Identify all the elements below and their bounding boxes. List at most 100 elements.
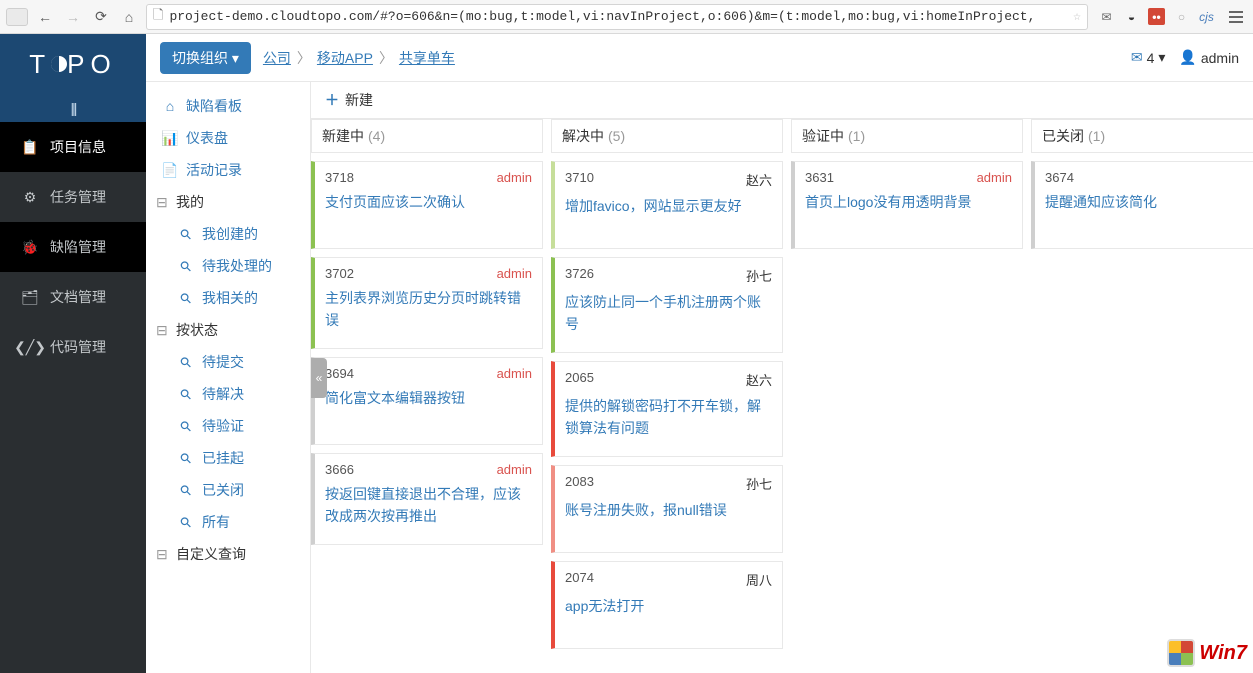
reload-button[interactable]: ⟳ [90, 5, 112, 29]
switch-org-button[interactable]: 切换组织 ▾ [160, 42, 251, 74]
search-icon: ⚲ [174, 254, 197, 277]
rail-item-1[interactable]: ⚙任务管理 [0, 172, 146, 222]
bug-card[interactable]: 2065赵六提供的解锁密码打不开车锁，解锁算法有问题 [551, 361, 783, 457]
nav2-group-2[interactable]: ⊟自定义查询 [146, 538, 310, 570]
nav2-item-0-1[interactable]: ⚲待我处理的 [146, 250, 310, 282]
breadcrumb-link[interactable]: 共享单车 [399, 48, 455, 68]
user-menu[interactable]: 👤 admin [1179, 49, 1239, 66]
bug-card[interactable]: 3710赵六增加favico，网站显示更友好 [551, 161, 783, 249]
mail-badge[interactable]: ✉ 4 ▾ [1131, 49, 1166, 66]
nav2-item-0-0[interactable]: ⚲我创建的 [146, 218, 310, 250]
search-icon: ⚲ [174, 286, 197, 309]
logo[interactable]: T P O [0, 34, 146, 94]
bug-owner: admin [497, 366, 532, 381]
nav2-group-label: 按状态 [176, 320, 218, 340]
bug-card[interactable]: 3702admin主列表界浏览历史分页时跳转错误 [311, 257, 543, 349]
page-icon: 🗋 [153, 6, 163, 28]
bug-owner: 赵六 [746, 370, 772, 389]
bug-card[interactable]: 3666admin按返回键直接退出不合理，应该改成两次按再推出 [311, 453, 543, 545]
rail-collapse-toggle[interactable]: ||| [0, 94, 146, 122]
nav2-item-1-5[interactable]: ⚲所有 [146, 506, 310, 538]
lastpass-ext-icon[interactable]: •• [1148, 8, 1165, 25]
bug-title: 按返回键直接退出不合理，应该改成两次按再推出 [325, 483, 532, 528]
expander-icon: ⊟ [156, 322, 168, 339]
bug-card[interactable]: 3631admin首页上logo没有用透明背景 [791, 161, 1023, 249]
column-header[interactable]: 新建中 (4) [311, 119, 543, 153]
bug-title: 支付页面应该二次确认 [325, 191, 532, 213]
secondary-nav: ⌂缺陷看板📊仪表盘📄活动记录⊟我的⚲我创建的⚲待我处理的⚲我相关的⊟按状态⚲待提… [146, 82, 311, 673]
rail-item-label: 项目信息 [50, 137, 106, 157]
nav2-group-0[interactable]: ⊟我的 [146, 186, 310, 218]
bug-card[interactable]: 2083孙七账号注册失败，报null错误 [551, 465, 783, 553]
kanban-column-1: 解决中 (5)3710赵六增加favico，网站显示更友好3726孙七应该防止同… [551, 119, 783, 663]
browser-chrome: ← → ⟳ ⌂ 🗋 project-demo.cloudtopo.com/#?o… [0, 0, 1253, 34]
rail-item-0[interactable]: 📋 项目信息 [0, 122, 146, 172]
nav-collapse-handle[interactable]: « [311, 358, 327, 398]
board: ＋ 新建 新建中 (4)3718admin支付页面应该二次确认3702admin… [311, 82, 1253, 673]
topbar: 切换组织 ▾ 公司〉移动APP〉共享单车 ✉ 4 ▾ 👤 admin [146, 34, 1253, 82]
bug-card[interactable]: 3718admin支付页面应该二次确认 [311, 161, 543, 249]
topbar-right: ✉ 4 ▾ 👤 admin [1131, 49, 1239, 66]
rail-item-label: 缺陷管理 [50, 237, 106, 257]
breadcrumb-link[interactable]: 移动APP [317, 48, 373, 68]
nav2-item-label: 待提交 [202, 352, 244, 372]
bug-owner: admin [497, 266, 532, 281]
new-tab-icon[interactable] [6, 8, 28, 26]
nav2-icon: ⌂ [162, 98, 178, 114]
mail-ext-icon[interactable]: ✉ [1098, 8, 1115, 25]
bug-id: 2065 [565, 370, 594, 389]
rail-item-4[interactable]: ❮╱❯代码管理 [0, 322, 146, 372]
nav2-item-1-3[interactable]: ⚲已挂起 [146, 442, 310, 474]
nav2-item-1-2[interactable]: ⚲待验证 [146, 410, 310, 442]
new-bug-button[interactable]: ＋ 新建 [325, 90, 373, 110]
bug-card[interactable]: 3726孙七应该防止同一个手机注册两个账号 [551, 257, 783, 353]
extensions: ✉ ◒ •• ○ cjs [1094, 8, 1219, 25]
rail-item-2[interactable]: 🐞缺陷管理 [0, 222, 146, 272]
pocket-ext-icon[interactable]: ◒ [1123, 8, 1140, 25]
cjs-ext-icon[interactable]: cjs [1198, 8, 1215, 25]
back-button[interactable]: ← [34, 5, 56, 29]
browser-menu-icon[interactable] [1225, 5, 1247, 29]
rail-item-icon: ⚙ [22, 189, 38, 206]
watermark: Win7 [1167, 639, 1247, 667]
search-icon: ⚲ [174, 446, 197, 469]
url-text: project-demo.cloudtopo.com/#?o=606&n=(mo… [169, 9, 1035, 24]
bug-title: 应该防止同一个手机注册两个账号 [565, 291, 772, 336]
circle-ext-icon[interactable]: ○ [1173, 8, 1190, 25]
nav2-top-2[interactable]: 📄活动记录 [146, 154, 310, 186]
nav2-item-0-2[interactable]: ⚲我相关的 [146, 282, 310, 314]
bug-id: 3694 [325, 366, 354, 381]
bug-card[interactable]: 3694admin简化富文本编辑器按钮 [311, 357, 543, 445]
nav2-icon: 📄 [162, 162, 178, 179]
star-icon[interactable]: ☆ [1073, 9, 1081, 24]
nav2-group-1[interactable]: ⊟ 按状态 [146, 314, 310, 346]
home-button[interactable]: ⌂ [118, 5, 140, 29]
nav2-item-1-1[interactable]: ⚲待解决 [146, 378, 310, 410]
rail-item-icon: 📋 [22, 139, 38, 156]
breadcrumb-link[interactable]: 公司 [263, 48, 291, 68]
address-bar[interactable]: 🗋 project-demo.cloudtopo.com/#?o=606&n=(… [146, 4, 1088, 30]
bug-owner: 周八 [746, 570, 772, 589]
main: 切换组织 ▾ 公司〉移动APP〉共享单车 ✉ 4 ▾ 👤 admin ⌂缺陷看板… [146, 34, 1253, 673]
bug-id: 2074 [565, 570, 594, 589]
column-header[interactable]: 解决中 (5) [551, 119, 783, 153]
column-count: (1) [1088, 128, 1105, 144]
bug-id: 3718 [325, 170, 354, 185]
bug-owner: admin [977, 170, 1012, 185]
mail-icon: ✉ [1131, 49, 1143, 66]
nav2-top-1[interactable]: 📊仪表盘 [146, 122, 310, 154]
windows-logo-icon [1167, 639, 1195, 667]
bug-card[interactable]: 2074周八app无法打开 [551, 561, 783, 649]
bug-title: 账号注册失败，报null错误 [565, 499, 772, 521]
bug-owner: 孙七 [746, 266, 772, 285]
nav2-item-1-0[interactable]: ⚲待提交 [146, 346, 310, 378]
nav2-item-1-4[interactable]: ⚲已关闭 [146, 474, 310, 506]
expander-icon: ⊟ [156, 194, 168, 211]
nav2-top-0[interactable]: ⌂缺陷看板 [146, 90, 310, 122]
column-header[interactable]: 已关闭 (1) [1031, 119, 1253, 153]
column-header[interactable]: 验证中 (1) [791, 119, 1023, 153]
bug-owner: admin [497, 462, 532, 477]
rail-item-3[interactable]: 🗂文档管理 [0, 272, 146, 322]
logo-letter: O [91, 49, 117, 80]
bug-card[interactable]: 3674提醒通知应该简化 [1031, 161, 1253, 249]
